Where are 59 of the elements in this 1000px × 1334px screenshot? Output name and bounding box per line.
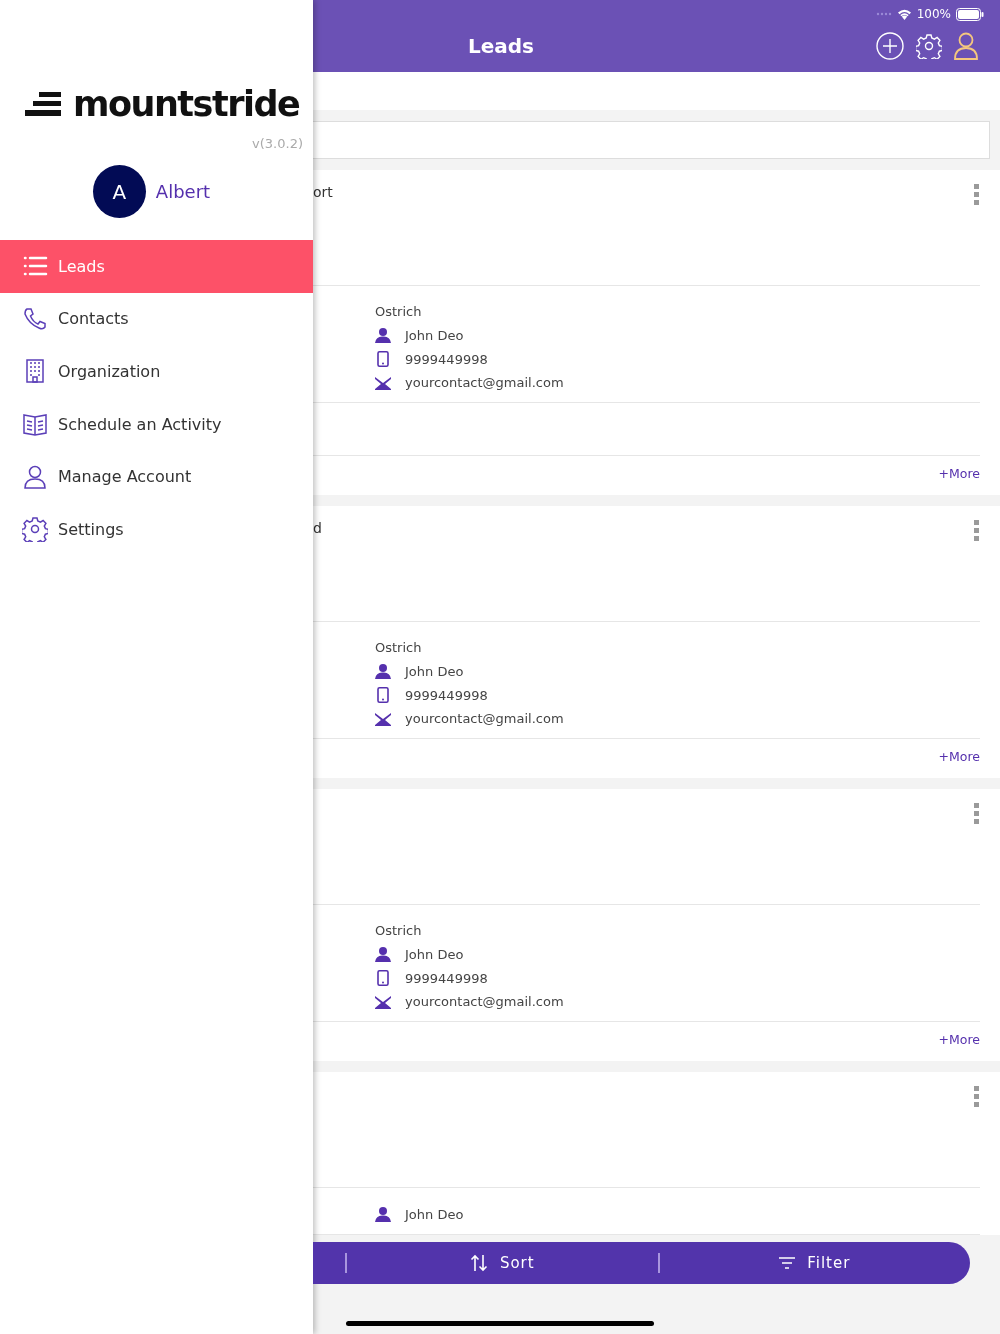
menu-item[interactable]: Contacts xyxy=(0,292,313,346)
company-name: Ostrich xyxy=(375,640,423,655)
user-icon xyxy=(22,463,48,490)
mobile-icon xyxy=(375,687,391,703)
email-address: yourcontact@gmail.com xyxy=(405,994,564,1009)
contact-name: John Deo xyxy=(405,663,464,679)
company-name: Ostrich xyxy=(375,304,423,319)
phone-number: 9999449998 xyxy=(405,687,488,703)
menu-item[interactable]: Manage Account xyxy=(0,450,313,503)
sort-icon xyxy=(469,1254,488,1272)
settings-icon[interactable] xyxy=(916,33,942,59)
person-icon xyxy=(375,946,391,962)
envelope-icon xyxy=(375,375,391,390)
user-name: Albert xyxy=(155,181,211,202)
more-options-icon[interactable] xyxy=(974,1086,980,1108)
more-link[interactable]: +More xyxy=(938,749,980,764)
contact-name: John Deo xyxy=(405,1206,464,1222)
search-field[interactable] xyxy=(313,121,990,159)
contact-name: John Deo xyxy=(405,946,464,962)
phone-number: 9999449998 xyxy=(405,351,488,367)
company-name: Ostrich xyxy=(375,923,423,938)
wifi-icon xyxy=(896,8,912,20)
filter-icon xyxy=(779,1257,796,1269)
menu-item[interactable]: Settings xyxy=(0,502,313,556)
signal-icon xyxy=(875,12,892,16)
more-options-icon[interactable] xyxy=(974,184,980,206)
version-label: v(3.0.2) xyxy=(252,135,304,151)
more-options-icon[interactable] xyxy=(974,520,980,542)
add-icon[interactable] xyxy=(876,32,904,60)
user-avatar: A xyxy=(92,165,146,218)
person-icon xyxy=(375,327,391,343)
user-icon[interactable] xyxy=(954,32,978,60)
lead-title: ort xyxy=(313,184,333,200)
more-link[interactable]: +More xyxy=(938,466,980,481)
more-link[interactable]: +More xyxy=(938,1032,980,1047)
phone-icon xyxy=(22,305,48,332)
email-address: yourcontact@gmail.com xyxy=(405,375,564,390)
gear-icon xyxy=(22,516,48,543)
email-address: yourcontact@gmail.com xyxy=(405,711,564,726)
contact-name: John Deo xyxy=(405,327,464,343)
lead-title: d xyxy=(313,520,322,536)
battery-percent: 100% xyxy=(916,7,951,21)
mobile-icon xyxy=(375,970,391,986)
person-icon xyxy=(375,663,391,679)
page-title: Leads xyxy=(468,34,535,58)
mobile-icon xyxy=(375,351,391,367)
more-options-icon[interactable] xyxy=(974,803,980,825)
phone-number: 9999449998 xyxy=(405,970,488,986)
filter-button[interactable]: Filter xyxy=(659,1242,970,1284)
envelope-icon xyxy=(375,994,391,1009)
battery-icon xyxy=(956,7,984,21)
logo-icon xyxy=(25,92,61,116)
person-icon xyxy=(375,1206,391,1222)
sort-button[interactable]: Sort xyxy=(347,1242,658,1284)
menu-item[interactable]: Organization xyxy=(0,345,313,398)
menu-item[interactable]: Schedule an Activity xyxy=(0,397,313,451)
book-icon xyxy=(22,411,48,438)
envelope-icon xyxy=(375,711,391,726)
brand-name: mountstride xyxy=(73,84,300,124)
